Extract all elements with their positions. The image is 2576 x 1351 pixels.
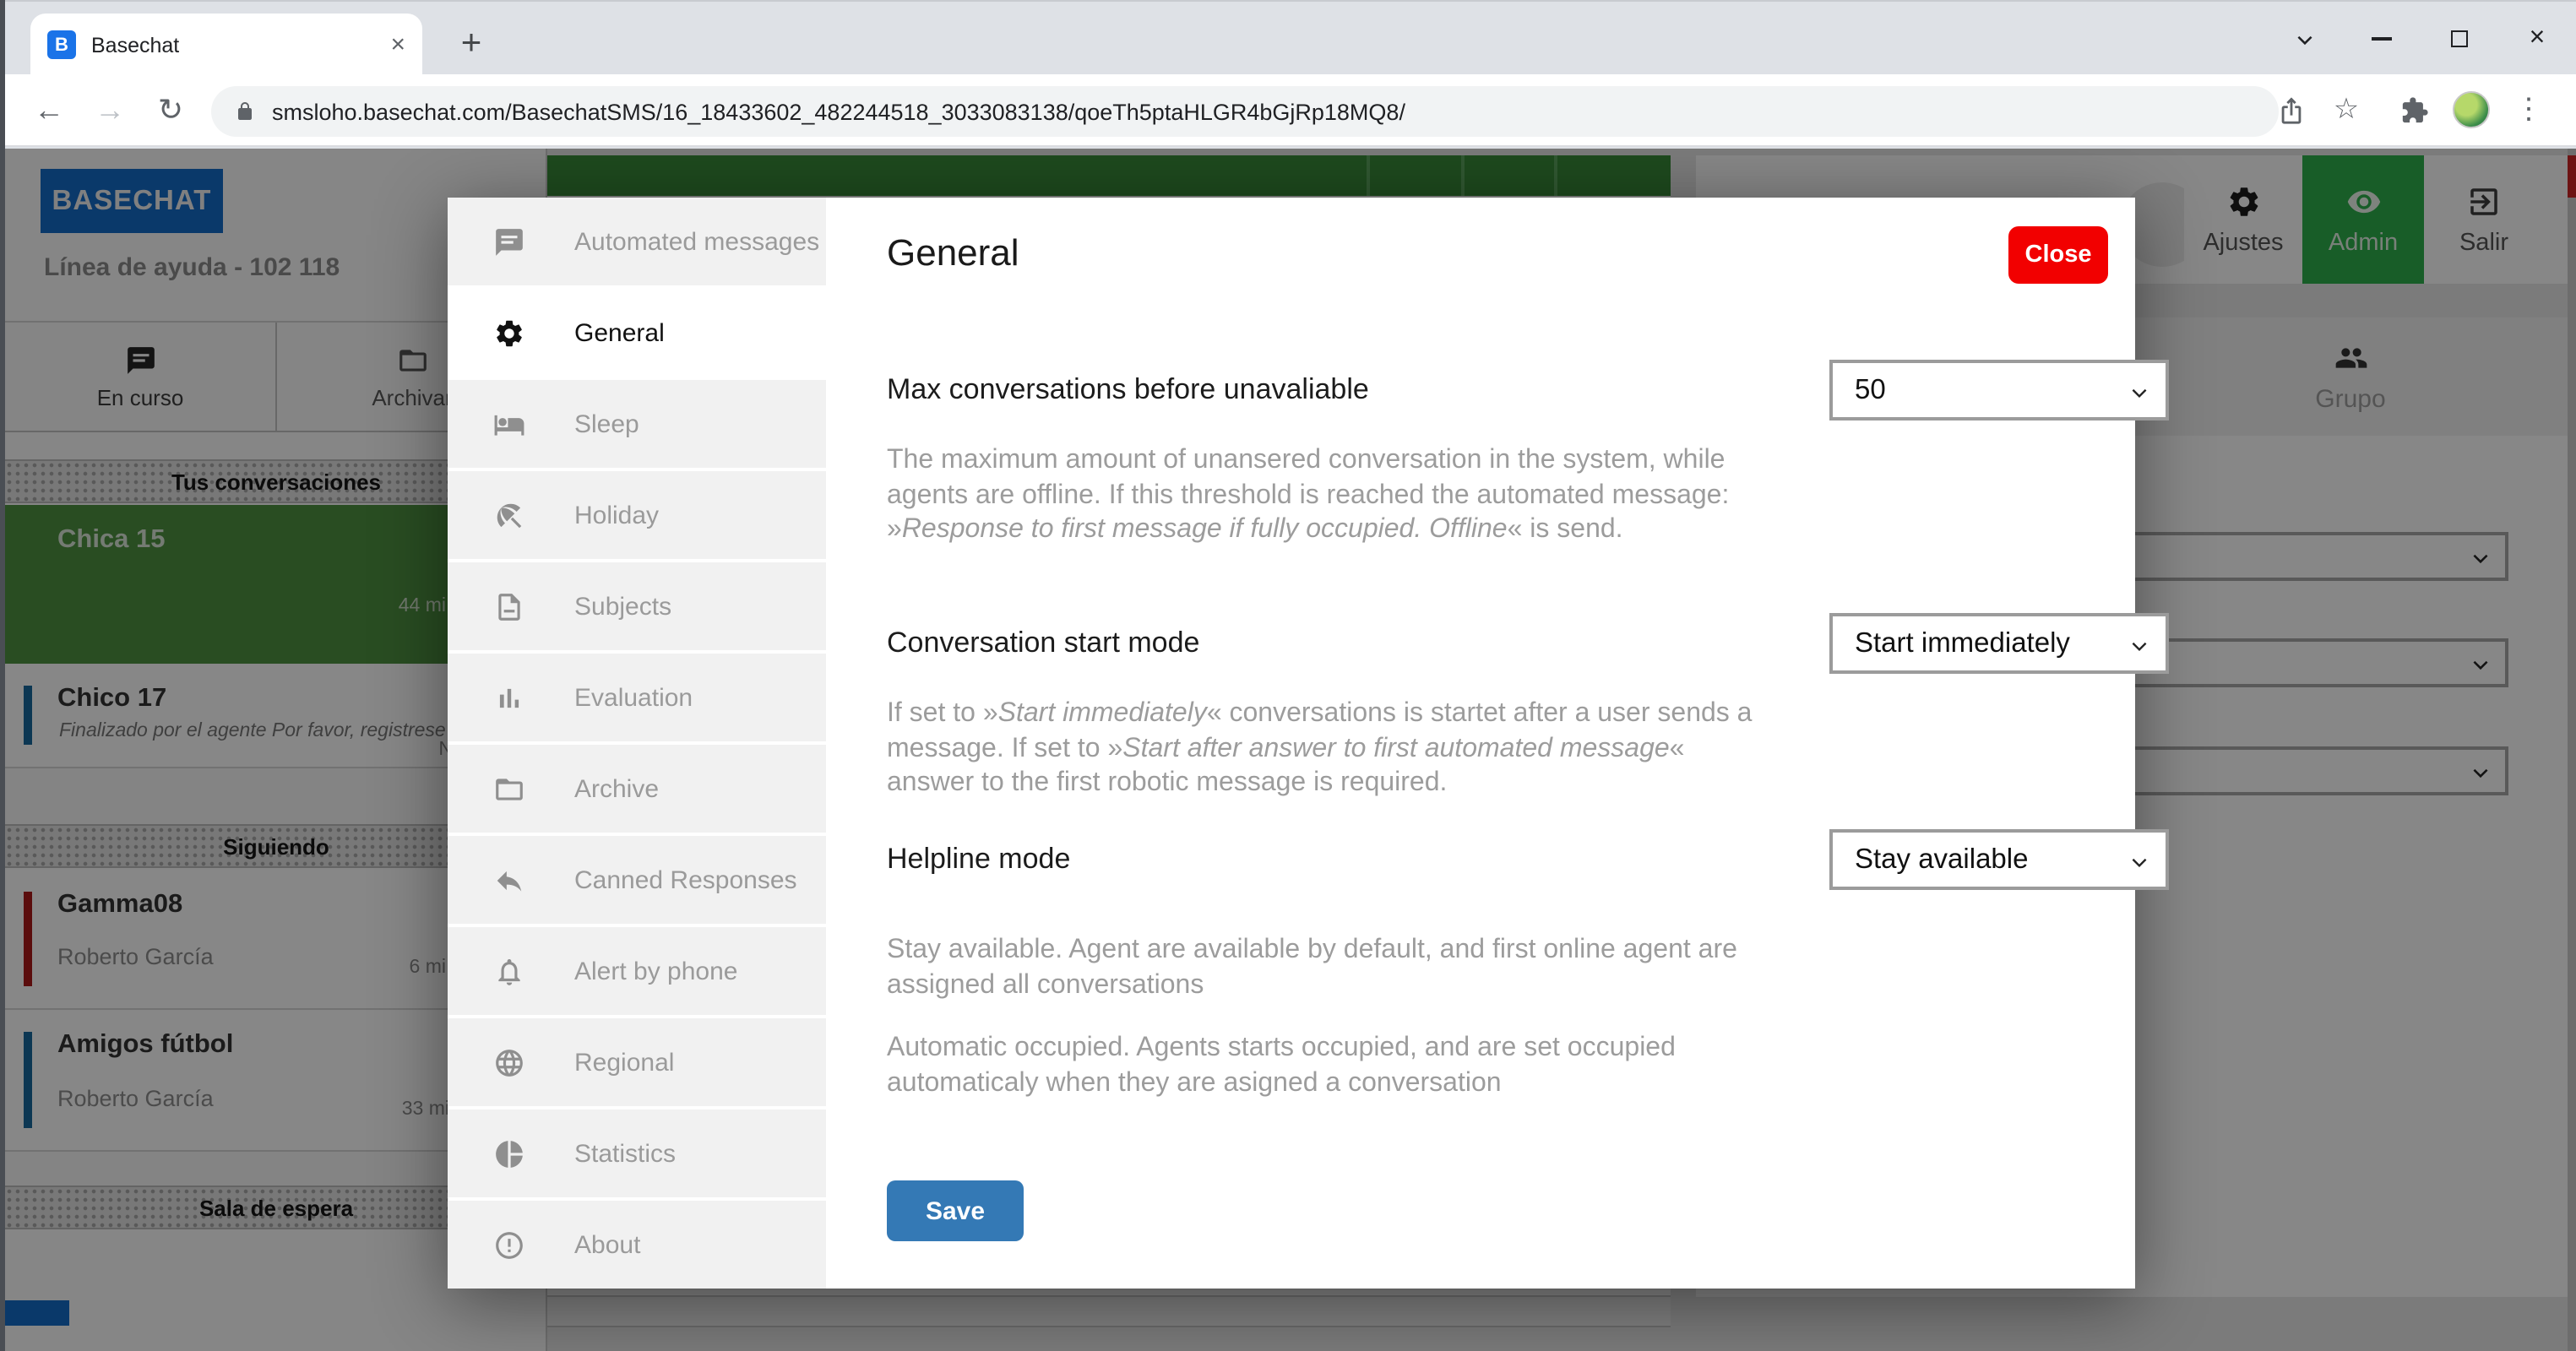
- nav-item-holiday[interactable]: Holiday: [448, 471, 826, 559]
- window-minimize-button[interactable]: [2343, 2, 2421, 76]
- nav-label: Evaluation: [574, 683, 693, 712]
- info-icon: [496, 1231, 523, 1258]
- nav-item-about[interactable]: About: [448, 1201, 826, 1289]
- start-mode-row: Conversation start mode Start immediatel…: [887, 613, 2169, 674]
- bar-chart-icon: [499, 687, 519, 708]
- share-icon[interactable]: [2267, 86, 2314, 133]
- max-conversations-select[interactable]: 50: [1829, 360, 2169, 420]
- profile-avatar[interactable]: [2448, 86, 2495, 133]
- nav-item-sleep[interactable]: Sleep: [448, 380, 826, 468]
- bookmark-star-icon[interactable]: ☆: [2323, 86, 2370, 133]
- folder-icon: [496, 778, 523, 800]
- document-icon: [498, 593, 520, 620]
- browser-menu-icon[interactable]: ⋮: [2505, 86, 2552, 133]
- nav-item-alert-by-phone[interactable]: Alert by phone: [448, 927, 826, 1015]
- tab-title: Basechat: [91, 33, 180, 57]
- tab-close-icon[interactable]: ×: [390, 32, 405, 57]
- umbrella-icon: [497, 502, 522, 528]
- nav-label: Regional: [574, 1048, 675, 1077]
- tab-strip: B Basechat × + ×: [5, 0, 2576, 76]
- nav-item-subjects[interactable]: Subjects: [448, 562, 826, 650]
- chevron-down-icon: [2132, 642, 2147, 652]
- gear-icon: [497, 319, 522, 346]
- select-value: 50: [1855, 374, 1886, 404]
- nav-label: Holiday: [574, 501, 660, 529]
- select-value: Start immediately: [1855, 627, 2070, 658]
- chat-icon: [496, 228, 523, 255]
- select-value: Stay available: [1855, 844, 2029, 874]
- window-menu-chevron-icon[interactable]: [2265, 2, 2343, 76]
- nav-item-evaluation[interactable]: Evaluation: [448, 654, 826, 741]
- chevron-down-icon: [2132, 858, 2147, 868]
- settings-content: General Close Max conversations before u…: [826, 198, 2169, 1289]
- bed-icon: [494, 414, 524, 435]
- browser-tab[interactable]: B Basechat ×: [30, 14, 422, 76]
- extensions-puzzle-icon[interactable]: [2390, 86, 2437, 133]
- reply-icon: [497, 870, 522, 891]
- nav-label: About: [574, 1230, 641, 1259]
- nav-item-archive[interactable]: Archive: [448, 745, 826, 833]
- max-conversations-row: Max conversations before unavaliable 50: [887, 360, 2169, 420]
- nav-label: Automated messages: [574, 227, 820, 256]
- nav-label: General: [574, 318, 665, 347]
- page-content: BASECHAT Línea de ayuda - 102 118 En cur…: [5, 149, 2576, 1351]
- reload-button[interactable]: ↻: [147, 86, 194, 133]
- bell-icon: [498, 958, 520, 985]
- back-button[interactable]: ←: [25, 86, 73, 133]
- nav-label: Statistics: [574, 1139, 677, 1168]
- settings-nav: Automated messages General Sleep Holiday…: [448, 198, 826, 1289]
- globe-icon: [496, 1049, 523, 1076]
- start-mode-select[interactable]: Start immediately: [1829, 613, 2169, 674]
- start-mode-description: If set to »Start immediately« conversati…: [887, 699, 1753, 797]
- nav-label: Subjects: [574, 592, 672, 621]
- chevron-down-icon: [2132, 388, 2147, 399]
- nav-item-automated-messages[interactable]: Automated messages: [448, 198, 826, 285]
- nav-label: Archive: [574, 774, 660, 803]
- pie-chart-icon: [496, 1140, 523, 1167]
- helpline-mode-row: Helpline mode Stay available: [887, 829, 2169, 890]
- favicon: B: [47, 30, 76, 59]
- nav-label: Sleep: [574, 410, 639, 438]
- nav-label: Alert by phone: [574, 957, 738, 985]
- max-conversations-description: The maximum amount of unansered conversa…: [887, 446, 1730, 544]
- settings-modal: Automated messages General Sleep Holiday…: [448, 198, 2169, 1289]
- page-title: General: [887, 231, 1019, 274]
- nav-item-statistics[interactable]: Statistics: [448, 1110, 826, 1197]
- helpline-mode-select[interactable]: Stay available: [1829, 829, 2169, 890]
- browser-toolbar: ← → ↻ smsloho.basechat.com/BasechatSMS/1…: [5, 74, 2576, 147]
- window-close-button[interactable]: ×: [2498, 2, 2576, 76]
- nav-item-regional[interactable]: Regional: [448, 1018, 826, 1106]
- nav-item-general[interactable]: General: [448, 289, 826, 377]
- window-maximize-button[interactable]: [2421, 2, 2498, 76]
- nav-item-canned-responses[interactable]: Canned Responses: [448, 836, 826, 924]
- new-tab-button[interactable]: +: [448, 20, 495, 68]
- save-button[interactable]: Save: [887, 1180, 1024, 1241]
- close-button[interactable]: Close: [2008, 226, 2108, 284]
- helpline-occupied-description: Automatic occupied. Agents starts occupi…: [887, 1034, 1676, 1097]
- nav-label: Canned Responses: [574, 865, 797, 894]
- helpline-available-description: Stay available. Agent are available by d…: [887, 936, 1737, 999]
- lock-icon: [238, 102, 252, 120]
- forward-button: →: [95, 92, 125, 126]
- url-text: smsloho.basechat.com/BasechatSMS/16_1843…: [272, 99, 1405, 124]
- browser-window: B Basechat × + × ← → ↻ smsloho.basechat.…: [0, 0, 2576, 1351]
- address-bar[interactable]: smsloho.basechat.com/BasechatSMS/16_1843…: [211, 86, 2279, 137]
